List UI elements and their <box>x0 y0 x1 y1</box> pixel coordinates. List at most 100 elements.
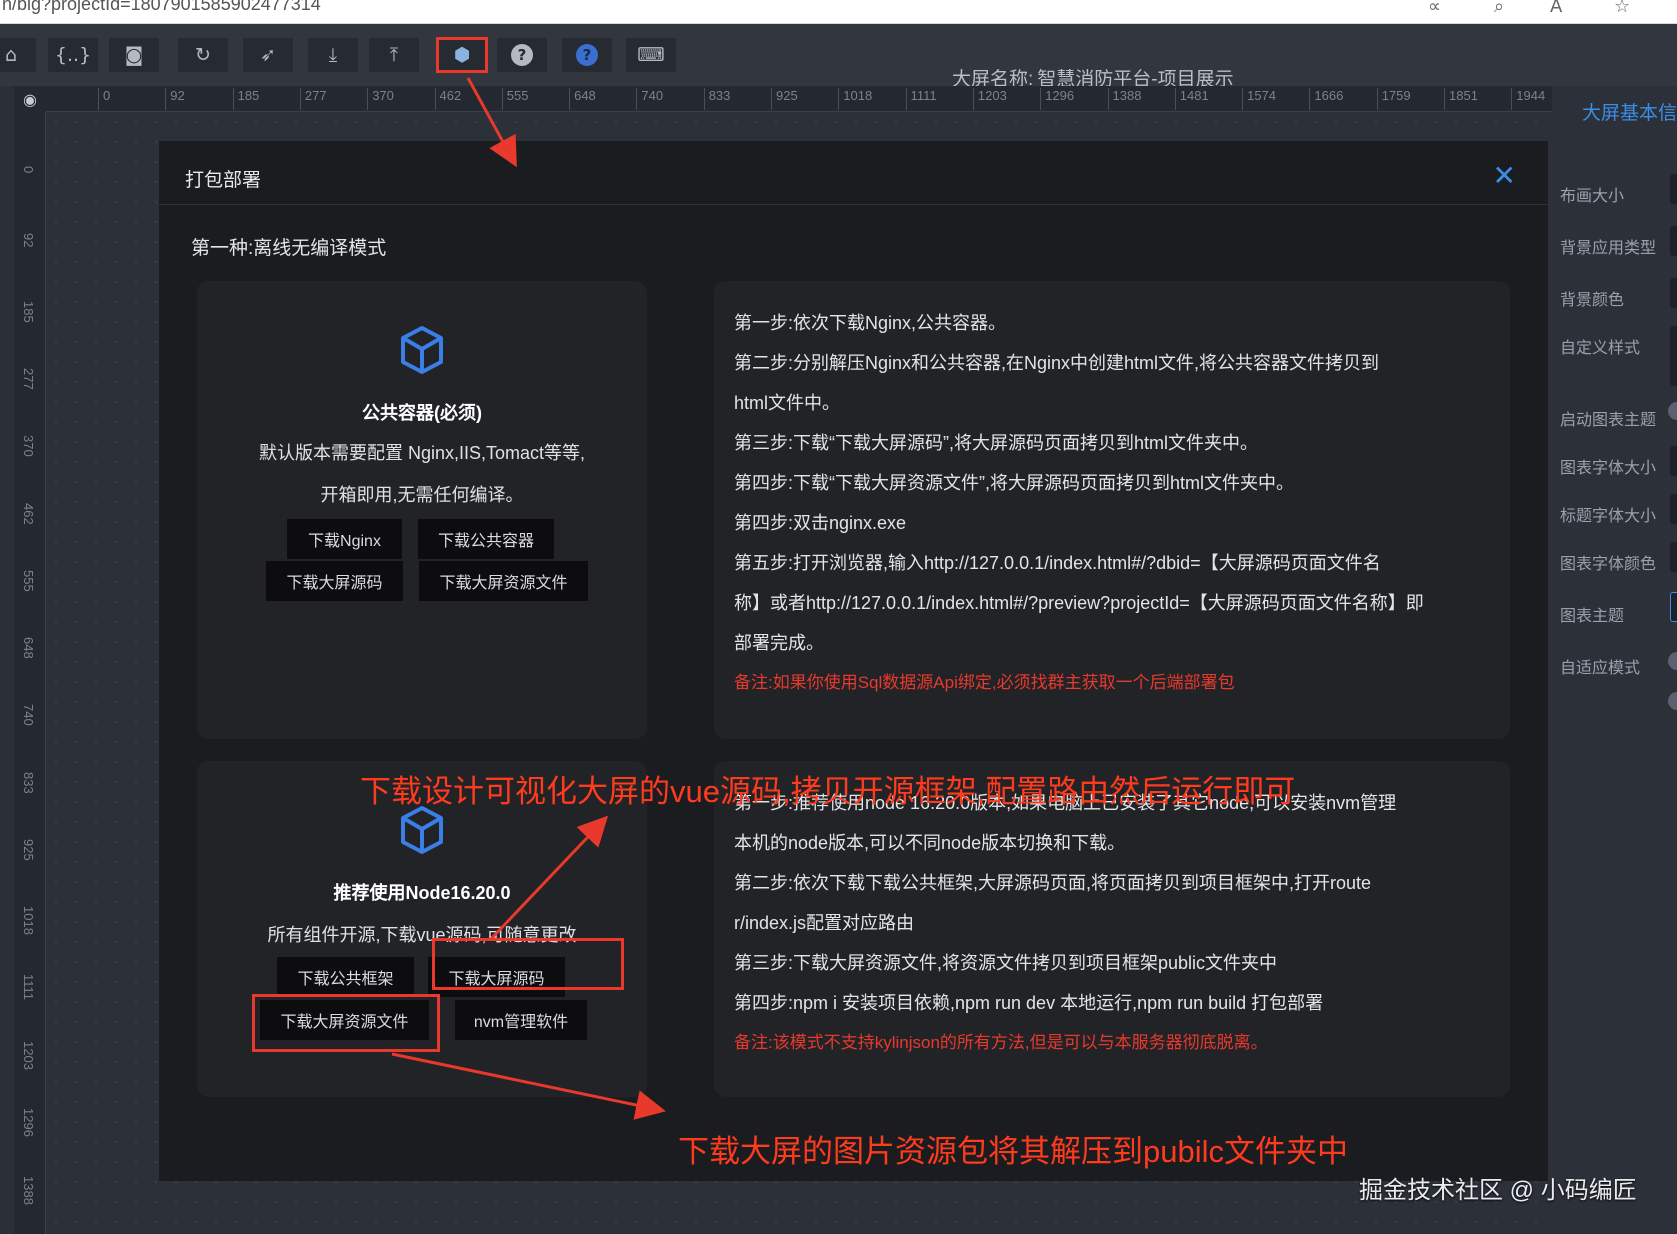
step-text: 本机的node版本,可以不同node版本切换和下载。 <box>734 833 1126 853</box>
help-glyph: ? <box>511 44 533 66</box>
ruler-tick: 462 <box>434 88 461 110</box>
ruler-tick: 1203 <box>972 88 1007 110</box>
ruler-tick: 1296 <box>21 1108 36 1138</box>
step-text: 第四步:npm i 安装项目依赖,npm run dev 本地运行,npm ru… <box>734 993 1324 1013</box>
custom-style-input[interactable] <box>1670 326 1677 386</box>
ruler-tick: 92 <box>165 88 185 110</box>
ruler-tick: 648 <box>569 88 596 110</box>
ruler-tick: 833 <box>21 771 36 794</box>
adaptive-mode-toggle[interactable] <box>1668 652 1677 670</box>
chart-font-size-input[interactable] <box>1670 446 1677 476</box>
card-heading-node: 推荐使用Node16.20.0 <box>333 883 511 903</box>
favorite-star-icon[interactable]: ☆ <box>1614 0 1630 17</box>
download-nginx-button[interactable]: 下载Nginx <box>287 519 402 559</box>
download-screen-assets-button[interactable]: 下载大屏资源文件 <box>419 561 588 601</box>
ruler-tick: 462 <box>21 502 36 525</box>
help-icon[interactable]: ? <box>497 38 547 72</box>
setting-chart-font-color: 图表字体颜色 <box>1560 556 1657 573</box>
step-text: r/index.js配置对应路由 <box>734 913 915 933</box>
step-text: 第二步:依次下载下载公共框架,大屏源码页面,将页面拷贝到项目框架中,打开rout… <box>734 873 1372 893</box>
ruler-tick: 555 <box>501 88 529 110</box>
read-aloud-icon[interactable]: A <box>1550 0 1562 17</box>
setting-chart-theme: 图表主题 <box>1560 608 1625 625</box>
code-icon[interactable]: {..} <box>48 38 98 72</box>
ruler-tick: 1203 <box>21 1040 36 1070</box>
title-font-size-input[interactable] <box>1670 494 1677 524</box>
chart-font-color-picker[interactable] <box>1670 542 1677 572</box>
camera-icon[interactable]: ◙ <box>109 38 159 72</box>
ruler-tick: 185 <box>21 300 36 323</box>
bg-type-select[interactable] <box>1670 226 1677 256</box>
card-public-container: 公共容器(必须) 默认版本需要配置 Nginx,IIS,Tomact等等, 开箱… <box>197 281 647 739</box>
modal-title: 打包部署 <box>185 170 262 191</box>
step-text: 第五步:打开浏览器,输入http://127.0.0.1/index.html#… <box>734 553 1381 573</box>
ruler-tick: 648 <box>21 637 36 659</box>
browser-address-bar[interactable]: n/big?projectId=1807901585902477314 ∝ ⌕ … <box>0 0 1677 24</box>
package-icon[interactable]: ⬢ <box>436 37 488 73</box>
card-desc-line1: 默认版本需要配置 Nginx,IIS,Tomact等等, <box>258 443 586 463</box>
eye-icon[interactable]: ◉ <box>14 86 46 112</box>
canvas-size-input[interactable] <box>1670 174 1677 204</box>
highlight-box-assets <box>252 994 440 1052</box>
ruler-tick: 1111 <box>905 88 937 110</box>
ruler-tick: 185 <box>232 88 259 110</box>
ruler-tick: 1296 <box>1040 88 1074 110</box>
annotation-bottom: 下载大屏的图片资源包将其解压到pubilc文件夹中 <box>678 1134 1348 1169</box>
card-heading-public-container: 公共容器(必须) <box>362 403 482 423</box>
setting-adaptive-mode: 自适应模式 <box>1560 660 1641 677</box>
refresh-icon[interactable]: ↻ <box>178 38 228 72</box>
settings-panel-title[interactable]: 大屏基本信 <box>1582 98 1677 125</box>
bg-color-picker[interactable] <box>1670 278 1677 308</box>
setting-chart-font-size: 图表字体大小 <box>1560 460 1657 477</box>
home-icon[interactable]: ⌂ <box>0 38 36 72</box>
zoom-icon[interactable]: ∝ <box>1428 0 1441 17</box>
step-text: 第三步:下载大屏资源文件,将资源文件拷贝到项目框架public文件夹中 <box>734 953 1278 973</box>
close-icon[interactable]: ✕ <box>1493 159 1516 192</box>
ruler-tick: 925 <box>21 839 36 861</box>
setting-bg-type: 背景应用类型 <box>1560 240 1657 257</box>
help-blue-glyph: ? <box>576 44 598 66</box>
ruler-tick: 740 <box>636 88 663 110</box>
ruler-tick: 1944 <box>1511 88 1545 110</box>
settings-panel: 大屏基本信 布画大小 背景应用类型 背景颜色 自定义样式 启动图表主题 图表字体… <box>1552 86 1677 1234</box>
download-screen-source-button[interactable]: 下载大屏源码 <box>266 561 403 601</box>
ruler-tick: 370 <box>21 435 36 457</box>
setting-custom-style: 自定义样式 <box>1560 340 1641 357</box>
nvm-software-button[interactable]: nvm管理软件 <box>455 1000 587 1040</box>
step-text: 第二步:分别解压Nginx和公共容器,在Nginx中创建html文件,将公共容器… <box>734 353 1380 373</box>
upload-icon[interactable]: ⤒ <box>369 38 419 72</box>
ruler-tick: 92 <box>21 233 36 248</box>
download-public-framework-button[interactable]: 下载公共框架 <box>277 957 414 997</box>
ruler-tick: 1018 <box>838 88 872 110</box>
rocket-icon[interactable]: ➶ <box>243 38 293 72</box>
step-text: html文件中。 <box>734 393 841 413</box>
ruler-top: 0 92 185 277 370 462 555 648 740 833 925 1018 1111 12… <box>46 86 1556 112</box>
ruler-tick: 277 <box>299 88 327 110</box>
ruler-tick: 925 <box>771 88 798 110</box>
keyboard-icon[interactable]: ⌨ <box>626 38 676 72</box>
extra-toggle[interactable] <box>1668 692 1677 710</box>
setting-bg-color: 背景颜色 <box>1560 292 1625 309</box>
watermark: 掘金技术社区 @ 小码编匠 <box>1359 1177 1637 1204</box>
step-text: 第三步:下载“下载大屏源码”,将大屏源码页面拷贝到html文件夹中。 <box>734 433 1258 453</box>
search-icon[interactable]: ⌕ <box>1494 0 1504 17</box>
help-blue-icon[interactable]: ? <box>562 38 612 72</box>
download-public-container-button[interactable]: 下载公共容器 <box>418 519 554 559</box>
ruler-tick: 1666 <box>1309 88 1343 110</box>
step-text: 第一步:依次下载Nginx,公共容器。 <box>734 313 1007 333</box>
section-title-offline: 第一种:离线无编译模式 <box>191 238 387 259</box>
setting-chart-theme-toggle: 启动图表主题 <box>1560 412 1657 429</box>
chart-theme-select[interactable] <box>1670 592 1677 622</box>
download-icon[interactable]: ⤓ <box>308 38 358 72</box>
ruler-tick: 740 <box>21 704 36 727</box>
highlight-box-source <box>432 938 624 990</box>
chart-theme-toggle[interactable] <box>1668 402 1677 420</box>
ruler-tick: 277 <box>21 367 36 390</box>
ruler-tick: 1018 <box>21 906 36 936</box>
ruler-tick: 1388 <box>1107 88 1141 110</box>
cube-icon <box>401 806 443 854</box>
ruler-tick: 555 <box>21 569 36 592</box>
ruler-tick: 1851 <box>1444 88 1478 110</box>
ruler-tick: 0 <box>21 166 36 174</box>
annotation-top: 下载设计可视化大屏的vue源码,拷贝开源框架,配置路由然后运行即可 <box>360 774 1296 809</box>
